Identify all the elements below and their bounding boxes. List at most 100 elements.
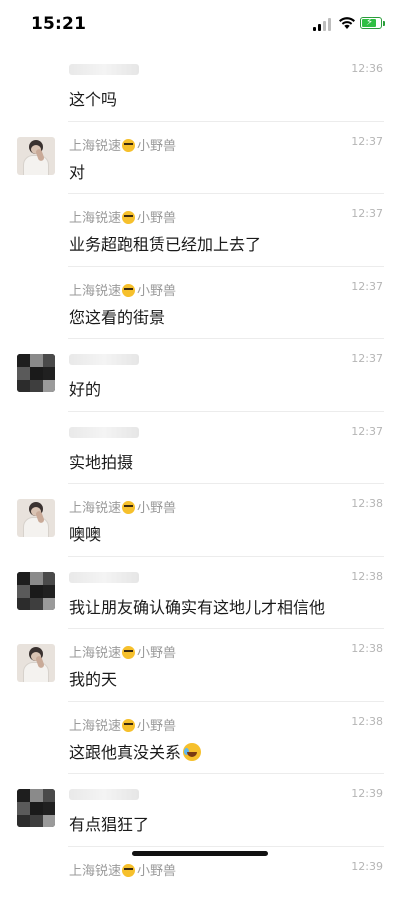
message-text: 噢噢 bbox=[69, 521, 101, 545]
message-time: 12:37 bbox=[351, 352, 383, 365]
message-time: 12:38 bbox=[351, 497, 383, 510]
sender-name: 上海锐速 小野兽 bbox=[69, 497, 176, 516]
chat-message[interactable]: 上海锐速小野兽 12:39 bbox=[0, 846, 400, 918]
chat-message[interactable]: 12:36 这个吗 bbox=[0, 48, 400, 121]
sender-name-suffix: 小野兽 bbox=[137, 211, 176, 226]
avatar[interactable] bbox=[17, 499, 55, 537]
message-text-content: 有点猖狂了 bbox=[69, 815, 149, 834]
sender-name: 上海锐速 小野兽 bbox=[69, 715, 176, 734]
message-text: 好的 bbox=[69, 376, 101, 400]
message-divider bbox=[68, 266, 384, 267]
battery-icon: ⚡ bbox=[360, 17, 382, 29]
sender-name-main: 上海锐速 bbox=[69, 646, 121, 661]
sender-name-suffix: 小野兽 bbox=[137, 646, 176, 661]
message-divider bbox=[68, 701, 384, 702]
home-indicator[interactable] bbox=[132, 851, 268, 856]
nerd-face-emoji-icon bbox=[122, 501, 135, 514]
message-time: 12:39 bbox=[351, 860, 383, 873]
chat-message[interactable]: 上海锐速 小野兽 12:38 噢噢 bbox=[0, 483, 400, 556]
avatar[interactable] bbox=[17, 644, 55, 682]
sender-name-suffix: 小野兽 bbox=[137, 719, 176, 734]
message-time: 12:37 bbox=[351, 425, 383, 438]
nerd-face-emoji-icon bbox=[122, 646, 135, 659]
sender-name-blurred bbox=[69, 427, 139, 438]
message-divider bbox=[68, 556, 384, 557]
avatar-pixelated[interactable] bbox=[17, 789, 55, 827]
message-divider bbox=[68, 483, 384, 484]
sender-name-blurred bbox=[69, 354, 139, 365]
sender-name: 上海锐速 小野兽 bbox=[69, 135, 176, 154]
message-text-content: 噢噢 bbox=[69, 525, 101, 544]
status-time: 15:21 bbox=[31, 14, 86, 34]
nerd-face-emoji-icon bbox=[122, 211, 135, 224]
message-time: 12:38 bbox=[351, 715, 383, 728]
message-text: 我让朋友确认确实有这地儿才相信他 bbox=[69, 594, 325, 618]
sender-name-main: 上海锐速 bbox=[69, 501, 121, 516]
message-text: 实地拍摄 bbox=[69, 449, 133, 473]
avatar[interactable] bbox=[17, 137, 55, 175]
chat-message[interactable]: 12:37 好的 bbox=[0, 338, 400, 411]
message-text: 有点猖狂了 bbox=[69, 811, 149, 835]
avatar-pixelated[interactable] bbox=[17, 572, 55, 610]
message-divider bbox=[68, 628, 384, 629]
message-time: 12:37 bbox=[351, 280, 383, 293]
sender-name-suffix: 小野兽 bbox=[137, 139, 176, 154]
message-text-content: 您这看的街景 bbox=[69, 308, 165, 327]
chat-message[interactable]: 12:38 我让朋友确认确实有这地儿才相信他 bbox=[0, 556, 400, 629]
sender-name: 上海锐速 小野兽 bbox=[69, 207, 176, 226]
message-text-content: 我让朋友确认确实有这地儿才相信他 bbox=[69, 598, 325, 617]
message-time: 12:39 bbox=[351, 787, 383, 800]
message-text: 对 bbox=[69, 159, 85, 183]
message-text: 业务超跑租赁已经加上去了 bbox=[69, 231, 261, 255]
sender-name-main: 上海锐速 bbox=[69, 139, 121, 154]
sender-name-suffix: 小野兽 bbox=[137, 501, 176, 516]
chat-message[interactable]: 上海锐速 小野兽 12:38 这跟他真没关系 bbox=[0, 701, 400, 774]
sender-name: 上海锐速 小野兽 bbox=[69, 642, 176, 661]
chat-message[interactable]: 12:39 有点猖狂了 bbox=[0, 773, 400, 846]
message-text: 这跟他真没关系 bbox=[69, 739, 201, 763]
message-time: 12:36 bbox=[351, 62, 383, 75]
message-text-content: 这个吗 bbox=[69, 90, 117, 109]
message-text-content: 实地拍摄 bbox=[69, 453, 133, 472]
cellular-signal-icon bbox=[313, 18, 333, 31]
sender-name-blurred bbox=[69, 789, 139, 800]
nerd-face-emoji-icon bbox=[122, 719, 135, 732]
message-text-content: 好的 bbox=[69, 380, 101, 399]
sender-name-main: 上海锐速 bbox=[69, 211, 121, 226]
message-divider bbox=[68, 193, 384, 194]
message-time: 12:37 bbox=[351, 207, 383, 220]
message-text-content: 业务超跑租赁已经加上去了 bbox=[69, 235, 261, 254]
status-bar: 15:21 ⚡ bbox=[0, 0, 400, 48]
sender-name-blurred bbox=[69, 572, 139, 583]
sender-name: 上海锐速小野兽 bbox=[69, 860, 176, 879]
message-text-content: 对 bbox=[69, 163, 85, 182]
message-time: 12:37 bbox=[351, 135, 383, 148]
chat-message[interactable]: 上海锐速 小野兽 12:37 业务超跑租赁已经加上去了 bbox=[0, 193, 400, 266]
avatar-pixelated[interactable] bbox=[17, 354, 55, 392]
sender-name-blurred bbox=[69, 64, 139, 75]
sender-name-main: 上海锐速 bbox=[69, 719, 121, 734]
message-text-content: 这跟他真没关系 bbox=[69, 743, 181, 762]
message-text: 您这看的街景 bbox=[69, 304, 165, 328]
message-divider bbox=[68, 121, 384, 122]
nerd-face-emoji-icon bbox=[122, 864, 135, 877]
message-divider bbox=[68, 411, 384, 412]
message-divider bbox=[68, 338, 384, 339]
message-divider bbox=[68, 846, 384, 847]
message-divider bbox=[68, 773, 384, 774]
chat-message[interactable]: 上海锐速 小野兽 12:38 我的天 bbox=[0, 628, 400, 701]
chat-message[interactable]: 上海锐速 小野兽 12:37 对 bbox=[0, 121, 400, 194]
chat-message[interactable]: 上海锐速 小野兽 12:37 您这看的街景 bbox=[0, 266, 400, 339]
chat-message[interactable]: 12:37 实地拍摄 bbox=[0, 411, 400, 484]
wifi-icon bbox=[338, 16, 356, 30]
sender-name-suffix: 小野兽 bbox=[137, 284, 176, 299]
sender-name: 上海锐速 小野兽 bbox=[69, 280, 176, 299]
message-time: 12:38 bbox=[351, 642, 383, 655]
nerd-face-emoji-icon bbox=[122, 284, 135, 297]
chat-message-list[interactable]: 12:36这个吗上海锐速小野兽12:37对上海锐速小野兽12:37业务超跑租赁已… bbox=[0, 48, 400, 918]
nerd-face-emoji-icon bbox=[122, 139, 135, 152]
message-time: 12:38 bbox=[351, 570, 383, 583]
message-text-content: 我的天 bbox=[69, 670, 117, 689]
sender-name-main: 上海锐速 bbox=[69, 284, 121, 299]
laughing-crying-emoji-icon bbox=[183, 743, 201, 761]
